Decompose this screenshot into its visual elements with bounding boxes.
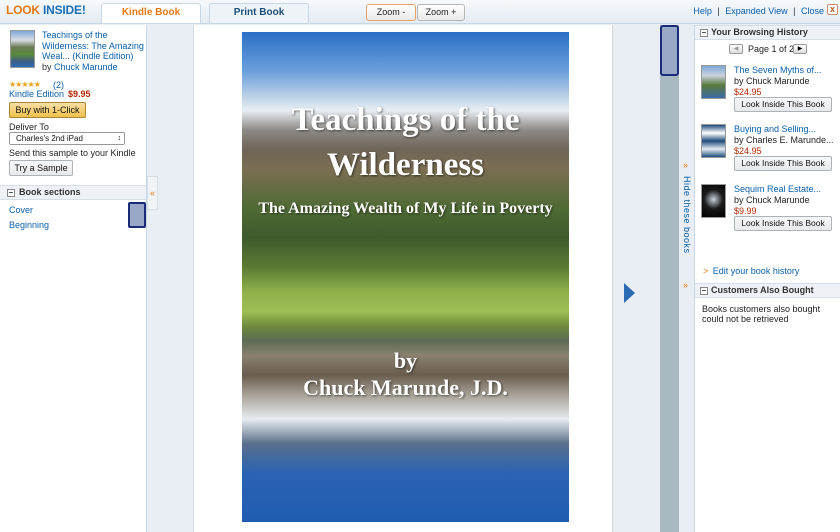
edit-history-link[interactable]: > Edit your book history: [703, 266, 799, 276]
history-book-item: The Seven Myths of... by Chuck Marunde $…: [701, 65, 840, 123]
author-link[interactable]: Chuck Marunde: [54, 62, 118, 72]
try-sample-button[interactable]: Try a Sample: [9, 160, 73, 176]
book-sections-header[interactable]: – Book sections: [0, 185, 146, 200]
deliver-device-value: Charles's 2nd iPad: [16, 134, 83, 143]
right-panel: – Your Browsing History ◀ Page 1 of 2 ▶ …: [694, 25, 840, 532]
deliver-to-select[interactable]: Charles's 2nd iPad ↕: [9, 132, 125, 145]
link-separator: |: [717, 6, 720, 16]
book-thumbnail[interactable]: [10, 30, 35, 68]
hide-books-label[interactable]: Hide these books: [682, 176, 692, 254]
look-inside-button[interactable]: Look Inside This Book: [734, 216, 832, 231]
buy-one-click-button[interactable]: Buy with 1-Click: [9, 102, 86, 118]
prev-page-icon[interactable]: ◀: [729, 44, 743, 54]
book-sections-title: Book sections: [19, 187, 81, 197]
zoom-out-button[interactable]: Zoom -: [366, 4, 416, 21]
left-panel: Teachings of the Wilderness: The Amazing…: [0, 25, 147, 532]
logo-inside: INSIDE!: [43, 3, 86, 17]
book-byline: by Chuck Marunde: [42, 62, 118, 72]
tab-kindle-book[interactable]: Kindle Book: [101, 3, 201, 23]
history-book-title[interactable]: Buying and Selling...: [734, 124, 839, 134]
deliver-to-label: Deliver To: [9, 122, 49, 132]
page-indicator: Page 1 of 2: [748, 44, 795, 54]
star-rating-icon[interactable]: ★★★★★: [9, 80, 41, 89]
chevron-right-icon: »: [683, 280, 689, 290]
section-link-cover[interactable]: Cover: [9, 205, 33, 215]
collapse-left-panel-icon[interactable]: «: [147, 176, 158, 210]
select-arrows-icon: ↕: [117, 135, 122, 142]
history-book-thumbnail[interactable]: [701, 65, 726, 99]
also-bought-header[interactable]: – Customers Also Bought: [695, 283, 840, 298]
history-book-author: by Chuck Marunde: [734, 195, 810, 205]
send-sample-text: Send this sample to your Kindle: [9, 148, 136, 158]
cover-title: Teachings of the Wilderness: [291, 102, 520, 183]
logo-look: LOOK: [6, 3, 40, 17]
browsing-history-header[interactable]: – Your Browsing History: [695, 25, 840, 40]
link-separator: |: [793, 6, 796, 16]
also-bought-title: Customers Also Bought: [711, 285, 814, 295]
also-bought-message: Books customers also bought could not be…: [702, 304, 821, 324]
page-scrollbar-track[interactable]: [660, 25, 679, 532]
history-pager: ◀ Page 1 of 2 ▶: [729, 43, 819, 56]
history-book-author: by Chuck Marunde: [734, 76, 810, 86]
page-scrollbar-thumb[interactable]: [660, 25, 679, 76]
zoom-in-button[interactable]: Zoom +: [417, 4, 465, 21]
cover-author: Chuck Marunde, J.D.: [303, 375, 508, 400]
book-cover-image: Teachings of the Wilderness The Amazing …: [242, 32, 569, 522]
top-links: Help | Expanded View | Close: [690, 6, 824, 16]
history-book-title[interactable]: Sequim Real Estate...: [734, 184, 839, 194]
history-book-thumbnail[interactable]: [701, 184, 726, 218]
history-book-item: Sequim Real Estate... by Chuck Marunde $…: [701, 184, 840, 242]
history-book-price: $9.99: [734, 206, 757, 216]
cover-by: by: [393, 348, 418, 373]
look-inside-logo: LOOK INSIDE!: [6, 3, 86, 17]
book-title-link[interactable]: Teachings of the Wilderness: The Amazing…: [42, 30, 146, 62]
by-prefix: by: [42, 62, 52, 72]
cover-subtitle: The Amazing Wealth of My Life in Poverty: [258, 200, 553, 217]
expanded-view-link[interactable]: Expanded View: [725, 6, 787, 16]
look-inside-button[interactable]: Look Inside This Book: [734, 97, 832, 112]
history-book-price: $24.95: [734, 146, 762, 156]
sections-scrollbar-thumb[interactable]: [128, 202, 146, 228]
edit-history-label[interactable]: Edit your book history: [713, 266, 800, 276]
next-page-arrow-icon[interactable]: [624, 283, 635, 303]
hide-books-toggle[interactable]: » Hide these books »: [680, 160, 693, 290]
section-link-beginning[interactable]: Beginning: [9, 220, 49, 230]
book-price: $9.95: [68, 89, 91, 99]
history-book-price: $24.95: [734, 87, 762, 97]
close-link[interactable]: Close: [801, 6, 824, 16]
kindle-edition-link[interactable]: Kindle Edition: [9, 89, 64, 99]
collapse-minus-icon[interactable]: –: [700, 29, 708, 37]
tab-print-book[interactable]: Print Book: [209, 3, 309, 23]
history-book-thumbnail[interactable]: [701, 124, 726, 158]
collapse-minus-icon[interactable]: –: [700, 287, 708, 295]
browsing-history-title: Your Browsing History: [711, 27, 808, 37]
look-inside-button[interactable]: Look Inside This Book: [734, 156, 832, 171]
chevron-right-icon: »: [683, 160, 689, 170]
history-book-title[interactable]: The Seven Myths of...: [734, 65, 839, 75]
collapse-minus-icon[interactable]: –: [7, 189, 15, 197]
history-book-author: by Charles E. Marunde...: [734, 135, 834, 145]
next-page-icon[interactable]: ▶: [793, 44, 807, 54]
chevron-right-icon: >: [703, 266, 709, 276]
top-bar: LOOK INSIDE! Kindle Book Print Book Zoom…: [0, 0, 840, 24]
history-book-item: Buying and Selling... by Charles E. Maru…: [701, 124, 840, 182]
close-icon[interactable]: x: [827, 4, 838, 15]
help-link[interactable]: Help: [693, 6, 712, 16]
